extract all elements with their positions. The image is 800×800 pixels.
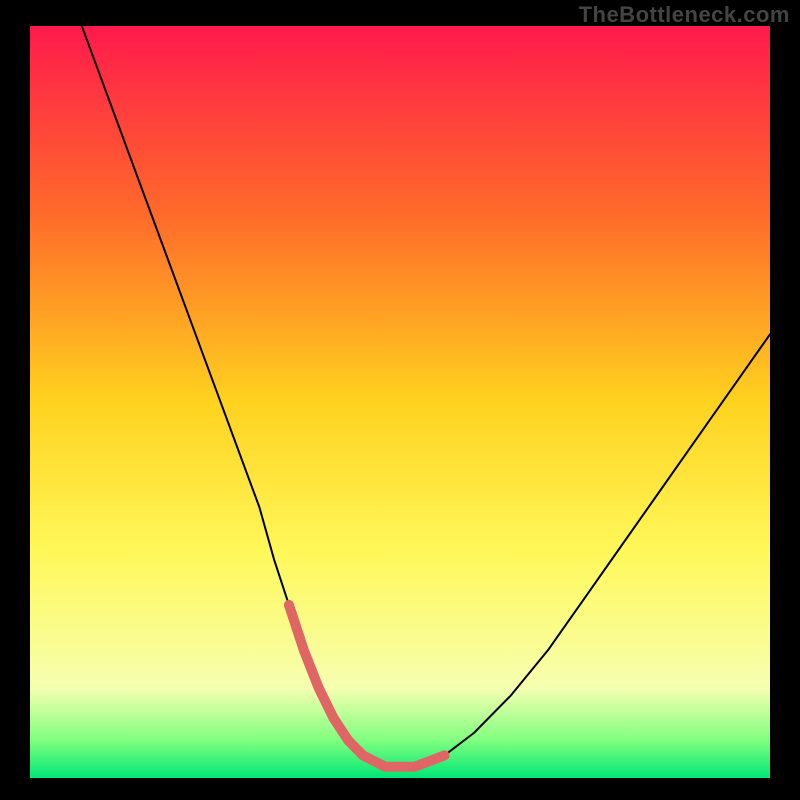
highlight-marker [410, 762, 420, 772]
highlight-marker [380, 762, 390, 772]
highlight-marker [284, 600, 294, 610]
highlight-marker [358, 750, 368, 760]
watermark-text: TheBottleneck.com [579, 2, 790, 28]
highlight-marker [314, 683, 324, 693]
plot-background [30, 26, 770, 778]
highlight-marker [343, 735, 353, 745]
chart-frame: TheBottleneck.com [0, 0, 800, 800]
highlight-marker [299, 645, 309, 655]
bottleneck-chart [0, 0, 800, 800]
highlight-marker [439, 750, 449, 760]
highlight-marker [328, 713, 338, 723]
